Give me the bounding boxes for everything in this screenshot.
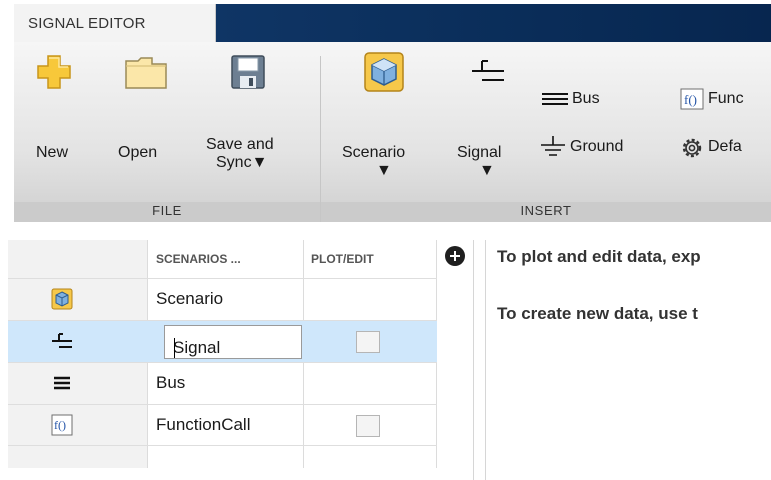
toolstrip: FILE INSERT New Open Save and Sync▼ Scen… bbox=[14, 42, 771, 222]
text-caret bbox=[174, 338, 175, 358]
signal-button-label: Signal bbox=[457, 144, 502, 161]
row-name: Bus bbox=[156, 373, 186, 392]
new-button-label: New bbox=[36, 144, 69, 161]
svg-text:f(): f() bbox=[54, 418, 66, 432]
ground-button[interactable]: Ground bbox=[540, 134, 640, 162]
save-dropdown-arrow-icon: ▼ bbox=[251, 154, 268, 171]
header-plot-edit[interactable]: PLOT/EDIT bbox=[311, 240, 374, 278]
scenario-dropdown-arrow-icon: ▼ bbox=[376, 162, 392, 179]
bus-button-label: Bus bbox=[572, 90, 600, 107]
default-button[interactable]: Defa bbox=[680, 134, 771, 162]
function-call-button[interactable]: f() Func bbox=[680, 86, 771, 114]
gear-icon bbox=[682, 138, 702, 158]
signal-icon bbox=[472, 60, 504, 81]
table-row-selected[interactable]: Signal bbox=[8, 320, 437, 362]
bus-button[interactable]: Bus bbox=[542, 86, 622, 112]
tab-strip-background bbox=[216, 4, 771, 42]
file-section-label: FILE bbox=[152, 203, 182, 218]
signal-button[interactable]: Signal ▼ bbox=[454, 50, 524, 190]
section-divider bbox=[320, 56, 321, 222]
table-row[interactable]: f() FunctionCall bbox=[8, 404, 437, 446]
open-button-label: Open bbox=[118, 144, 158, 161]
default-button-label: Defa bbox=[708, 138, 742, 155]
create-data-instructions: To create new data, use t bbox=[497, 304, 698, 323]
function-call-icon: f() bbox=[680, 88, 704, 110]
svg-text:f(): f() bbox=[684, 92, 697, 107]
signal-dropdown-arrow-icon: ▼ bbox=[479, 162, 495, 179]
function-call-button-label: Func bbox=[708, 90, 744, 107]
bus-icon bbox=[54, 376, 70, 390]
tab-signal-editor-label: SIGNAL EDITOR bbox=[28, 15, 146, 32]
function-call-icon: f() bbox=[51, 414, 73, 436]
tab-signal-editor[interactable]: SIGNAL EDITOR bbox=[14, 4, 216, 42]
tab-strip: SIGNAL EDITOR bbox=[0, 0, 771, 42]
new-plus-icon bbox=[37, 55, 71, 89]
signal-icon bbox=[52, 333, 72, 348]
signal-table: SCENARIOS ... PLOT/EDIT Scenario Signal … bbox=[8, 240, 437, 468]
table-row[interactable]: Bus bbox=[8, 362, 437, 404]
table-row[interactable]: Scenario bbox=[8, 278, 437, 320]
folder-icon bbox=[125, 57, 167, 89]
save-disk-icon bbox=[231, 55, 265, 89]
pane-splitter[interactable] bbox=[473, 240, 486, 480]
ground-button-label: Ground bbox=[570, 138, 624, 155]
plot-edit-checkbox[interactable] bbox=[356, 415, 380, 437]
open-button[interactable]: Open bbox=[110, 50, 180, 190]
save-button-label-line1: Save and bbox=[206, 136, 274, 153]
signal-name-input[interactable]: Signal bbox=[164, 325, 302, 359]
add-icon[interactable] bbox=[445, 246, 465, 266]
insert-section-label: INSERT bbox=[520, 203, 572, 218]
scenario-button-label: Scenario bbox=[342, 144, 406, 161]
new-button[interactable]: New bbox=[24, 50, 84, 190]
scenario-button[interactable]: Scenario ▼ bbox=[340, 50, 426, 190]
save-and-sync-button[interactable]: Save and Sync▼ bbox=[200, 50, 290, 190]
plot-edit-checkbox[interactable] bbox=[356, 331, 380, 353]
scenario-cube-icon bbox=[51, 288, 73, 310]
header-scenarios[interactable]: SCENARIOS ... bbox=[156, 240, 241, 278]
save-button-label-line2: Sync▼ bbox=[216, 154, 268, 171]
bus-icon bbox=[542, 93, 568, 105]
scenario-cube-icon bbox=[364, 52, 404, 92]
row-name: Scenario bbox=[156, 289, 224, 308]
plot-edit-instructions: To plot and edit data, exp bbox=[497, 247, 701, 266]
row-name: FunctionCall bbox=[156, 415, 251, 434]
ground-icon bbox=[541, 136, 565, 156]
